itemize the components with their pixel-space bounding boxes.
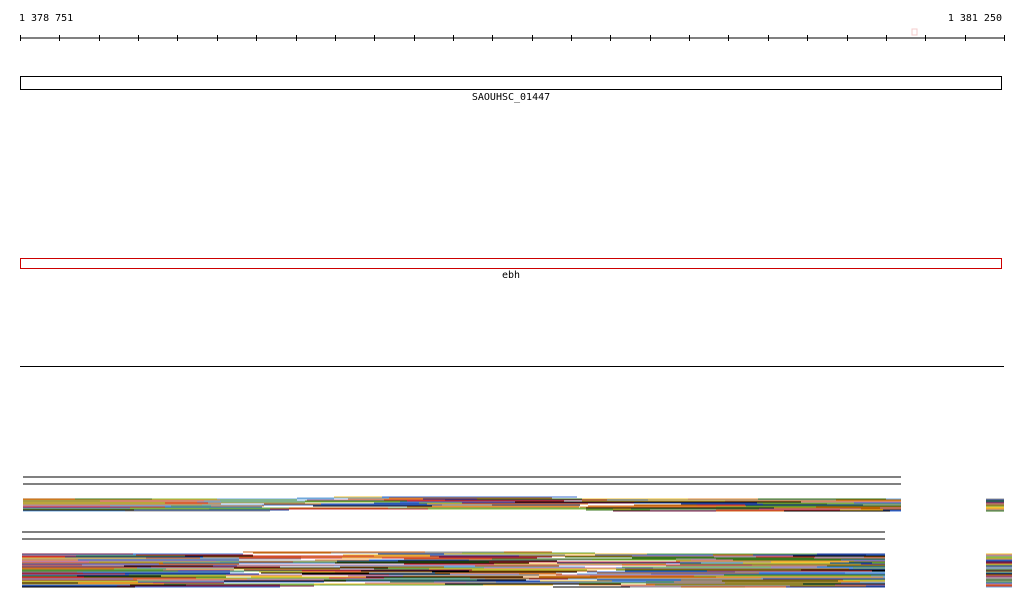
alignment-tracks[interactable] (0, 470, 1024, 600)
coordinate-ruler[interactable] (0, 0, 1024, 50)
alignment-group-lower (22, 531, 1012, 588)
protein-feature-label: ebh (501, 270, 521, 281)
ruler-position-marker (911, 28, 918, 36)
gene-feature-label: SAOUHSC_01447 (471, 92, 551, 103)
gene-feature-box[interactable] (20, 76, 1002, 90)
protein-feature-box[interactable] (20, 258, 1002, 269)
track-separator (20, 366, 1004, 367)
alignment-group-upper (23, 476, 1004, 512)
